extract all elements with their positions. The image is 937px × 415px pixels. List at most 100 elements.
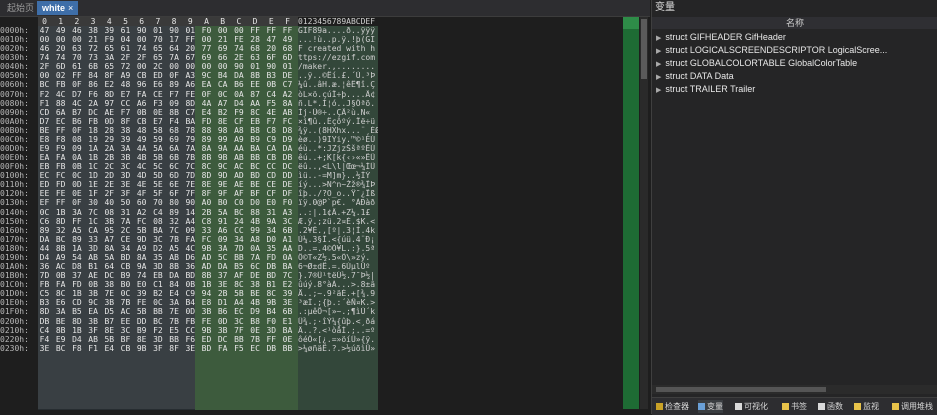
hex-byte[interactable]: 70 bbox=[70, 53, 83, 62]
hex-byte[interactable]: B6 bbox=[70, 117, 83, 126]
hex-byte[interactable]: D7 bbox=[38, 117, 51, 126]
variable-item[interactable]: ▶ struct LOGICALSCREENDESCRIPTOR LogicalS… bbox=[652, 44, 937, 57]
hex-byte[interactable]: 6F bbox=[265, 53, 278, 62]
hex-byte[interactable]: 39 bbox=[119, 135, 132, 144]
hex-byte[interactable]: 2B bbox=[216, 289, 229, 298]
hex-byte[interactable]: 19 bbox=[87, 135, 100, 144]
hex-byte[interactable]: 8A bbox=[103, 244, 116, 253]
hex-byte[interactable]: 35 bbox=[151, 253, 164, 262]
hex-byte[interactable]: FE bbox=[184, 90, 197, 99]
hex-byte[interactable]: 0D bbox=[70, 180, 83, 189]
hex-byte[interactable]: 40 bbox=[103, 198, 116, 207]
hex-byte[interactable]: CC bbox=[232, 226, 245, 235]
hex-byte[interactable]: E0 bbox=[265, 198, 278, 207]
hex-byte[interactable]: 9A bbox=[135, 262, 148, 271]
hex-byte[interactable]: 64 bbox=[103, 262, 116, 271]
hex-byte[interactable]: 0B bbox=[87, 280, 100, 289]
hex-byte[interactable]: DC bbox=[87, 108, 100, 117]
variable-item[interactable]: ▶ struct TRAILER Trailer bbox=[652, 83, 937, 96]
chevron-right-icon[interactable]: ▶ bbox=[656, 61, 661, 68]
hex-byte[interactable]: 09 bbox=[70, 144, 83, 153]
scrollbar-thumb[interactable] bbox=[641, 19, 647, 79]
hex-byte[interactable]: FF bbox=[54, 126, 67, 135]
hex-byte[interactable]: DA bbox=[168, 271, 181, 280]
hex-byte[interactable]: 00 bbox=[184, 62, 197, 71]
hex-byte[interactable]: B8 bbox=[249, 126, 262, 135]
hex-byte[interactable]: BA bbox=[281, 326, 294, 335]
hex-byte[interactable]: 2F bbox=[103, 189, 116, 198]
hex-byte[interactable]: 0D bbox=[216, 317, 229, 326]
hex-byte[interactable]: 47 bbox=[38, 26, 51, 35]
hex-row[interactable]: 0110h: ED FD 0D 1E 2E 3E 4E 5E 6E 7E 8E 9E AE BE CE DE íý… bbox=[0, 180, 650, 189]
hex-row[interactable]: 0080h: F1 88 4C 2A 97 CC A6 F3 09 8D 4A A7 D4 AA F5 8A ñ.… bbox=[0, 99, 650, 108]
hex-byte[interactable]: 69 bbox=[200, 53, 213, 62]
hex-byte[interactable]: B4 bbox=[184, 298, 197, 307]
hex-byte[interactable]: 70 bbox=[151, 198, 164, 207]
ascii-text[interactable]: ñ.L*.Ì¦ó..J§Ôªõ. bbox=[298, 99, 378, 108]
hex-byte[interactable]: 01 bbox=[281, 62, 294, 71]
hex-byte[interactable]: 1F bbox=[87, 189, 100, 198]
hex-byte[interactable]: EA bbox=[87, 307, 100, 316]
hex-byte[interactable]: 74 bbox=[54, 53, 67, 62]
hex-byte[interactable]: 96 bbox=[135, 80, 148, 89]
ascii-text[interactable]: /maker.,........ bbox=[298, 62, 378, 71]
hex-byte[interactable]: 9A bbox=[265, 217, 278, 226]
hex-byte[interactable]: 8C bbox=[54, 289, 67, 298]
hex-row[interactable]: 0170h: DA BC 89 33 A7 CE 9D 3C 7B FA FC 09 34 A8 D0 A1 Ú¼… bbox=[0, 235, 650, 244]
hex-byte[interactable]: CD bbox=[38, 108, 51, 117]
hex-byte[interactable]: A0 bbox=[200, 198, 213, 207]
hex-byte[interactable]: 37 bbox=[216, 271, 229, 280]
hex-byte[interactable]: A4 bbox=[232, 298, 245, 307]
ascii-text[interactable]: òL×ö.çúÎ÷þ....Ä¢ bbox=[298, 90, 378, 99]
hex-byte[interactable]: FF bbox=[184, 35, 197, 44]
hex-byte[interactable]: B9 bbox=[119, 271, 132, 280]
hex-byte[interactable]: E0 bbox=[135, 280, 148, 289]
hex-byte[interactable]: 6B bbox=[168, 153, 181, 162]
hex-byte[interactable]: 2A bbox=[87, 99, 100, 108]
hex-byte[interactable]: 7E bbox=[184, 180, 197, 189]
hex-row[interactable]: 01D0h: C5 8C 1B 3B 7E 0C 39 B2 E4 C9 94 2B 5B BE 8C 39 Å.… bbox=[0, 289, 650, 298]
hex-byte[interactable]: D8 bbox=[281, 126, 294, 135]
hex-byte[interactable]: F5 bbox=[265, 99, 278, 108]
hex-byte[interactable]: 8B bbox=[168, 262, 181, 271]
hex-byte[interactable]: 70 bbox=[151, 35, 164, 44]
hex-byte[interactable]: C4 bbox=[38, 326, 51, 335]
hex-byte[interactable]: BA bbox=[151, 226, 164, 235]
hex-byte[interactable]: 74 bbox=[135, 271, 148, 280]
hex-byte[interactable]: 39 bbox=[281, 289, 294, 298]
hex-byte[interactable]: F1 bbox=[87, 344, 100, 353]
hex-byte[interactable]: 0A bbox=[281, 253, 294, 262]
hex-editor-rows[interactable]: 0000h: 47 49 46 38 39 61 90 01 90 01 F0 00 00 FF FF FF GI… bbox=[0, 26, 650, 410]
hex-byte[interactable]: FC bbox=[281, 117, 294, 126]
hex-byte[interactable]: AF bbox=[232, 271, 245, 280]
hex-byte[interactable]: 3C bbox=[119, 326, 132, 335]
hex-byte[interactable]: 1B bbox=[54, 208, 67, 217]
hex-byte[interactable]: 0F bbox=[70, 126, 83, 135]
hex-byte[interactable]: F7 bbox=[119, 108, 132, 117]
hex-byte[interactable]: 04 bbox=[119, 35, 132, 44]
hex-byte[interactable]: DA bbox=[232, 71, 245, 80]
hex-row[interactable]: 01C0h: FB FA FD 0B 38 B0 E0 C1 84 0B 1B 3E 8C 38 B1 E2 ûú… bbox=[0, 280, 650, 289]
hex-byte[interactable]: CB bbox=[135, 71, 148, 80]
hex-byte[interactable]: 4C bbox=[70, 99, 83, 108]
hex-byte[interactable]: CB bbox=[119, 262, 132, 271]
hex-row[interactable]: 00D0h: E9 F9 09 1A 2A 3A 4A 5A 6A 7A 8A 9A AA BA CA DA éù… bbox=[0, 144, 650, 153]
hex-byte[interactable]: 24 bbox=[232, 217, 245, 226]
hex-byte[interactable]: 35 bbox=[265, 244, 278, 253]
hex-byte[interactable]: DE bbox=[281, 180, 294, 189]
hex-byte[interactable]: 63 bbox=[70, 44, 83, 53]
hex-byte[interactable]: 7E bbox=[103, 289, 116, 298]
hex-byte[interactable]: 2A bbox=[103, 144, 116, 153]
ascii-text[interactable]: ¼û..âH.æ.¦êÊ¶î.Ç bbox=[298, 80, 378, 89]
hex-byte[interactable]: EC bbox=[249, 344, 262, 353]
hex-byte[interactable]: 58 bbox=[151, 126, 164, 135]
hex-byte[interactable]: FB bbox=[38, 280, 51, 289]
hex-row[interactable]: 0210h: C4 8B 1B 3F 8E 3C B9 F2 E5 CC 9B 3B 7F 0E 3D BA Ä.… bbox=[0, 326, 650, 335]
hex-byte[interactable]: 0B bbox=[54, 271, 67, 280]
hex-byte[interactable]: E6 bbox=[151, 80, 164, 89]
hex-byte[interactable]: 7F bbox=[184, 189, 197, 198]
hex-byte[interactable]: AD bbox=[200, 253, 213, 262]
hex-byte[interactable]: 3D bbox=[151, 262, 164, 271]
hex-byte[interactable]: 1A bbox=[87, 144, 100, 153]
hex-byte[interactable]: 17 bbox=[168, 35, 181, 44]
